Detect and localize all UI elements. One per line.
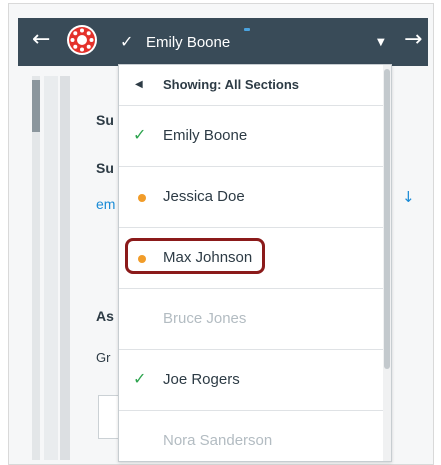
student-dropdown: ◀ Showing: All Sections ✓ Emily Boone Je… (118, 64, 392, 462)
left-panel-strip-2 (60, 76, 70, 460)
bg-label-1: Su (96, 112, 114, 128)
student-name: Emily Boone (163, 127, 248, 144)
triangle-left-icon: ◀ (135, 79, 143, 90)
bg-link[interactable]: em (96, 196, 115, 212)
section-filter[interactable]: ◀ Showing: All Sections (119, 65, 383, 106)
current-student-name[interactable]: Emily Boone (146, 31, 230, 55)
check-icon: ✓ (133, 125, 147, 144)
student-name: Bruce Jones (163, 310, 247, 327)
speedgrader-topbar: ← ✓ Emily Boone ▼ → (18, 18, 428, 66)
arrow-left-icon[interactable]: ← (32, 28, 50, 52)
bg-heading: As (96, 308, 114, 324)
student-item-bruce-jones[interactable]: Bruce Jones (119, 289, 383, 350)
check-icon: ✓ (133, 369, 147, 388)
needs-grading-dot-icon (138, 194, 146, 202)
bg-sub: Gr (96, 350, 111, 365)
left-scrollbar-track[interactable] (32, 76, 40, 460)
left-panel-strip (44, 76, 58, 460)
canvas-logo-icon (67, 25, 97, 55)
student-item-emily-boone[interactable]: ✓ Emily Boone (119, 106, 383, 167)
top-indicator (244, 28, 250, 31)
bg-label-2: Su (96, 160, 114, 176)
section-filter-label: Showing: All Sections (163, 77, 300, 92)
needs-grading-dot-icon (138, 255, 146, 263)
dropdown-scrollbar-thumb[interactable] (384, 69, 390, 369)
arrow-right-icon[interactable]: → (404, 28, 422, 52)
student-name: Nora Sanderson (163, 432, 273, 449)
student-item-nora-sanderson[interactable]: Nora Sanderson (119, 411, 383, 461)
download-arrow-icon[interactable]: ↓ (402, 188, 415, 206)
student-name: Joe Rogers (163, 371, 240, 388)
student-item-jessica-doe[interactable]: Jessica Doe (119, 167, 383, 228)
left-scrollbar-thumb[interactable] (32, 80, 40, 132)
check-icon: ✓ (120, 32, 134, 51)
student-name: Max Johnson (163, 249, 253, 266)
student-name: Jessica Doe (163, 188, 245, 205)
student-item-joe-rogers[interactable]: ✓ Joe Rogers (119, 350, 383, 411)
caret-down-icon[interactable]: ▼ (377, 32, 385, 54)
student-item-max-johnson[interactable]: Max Johnson (119, 228, 383, 289)
